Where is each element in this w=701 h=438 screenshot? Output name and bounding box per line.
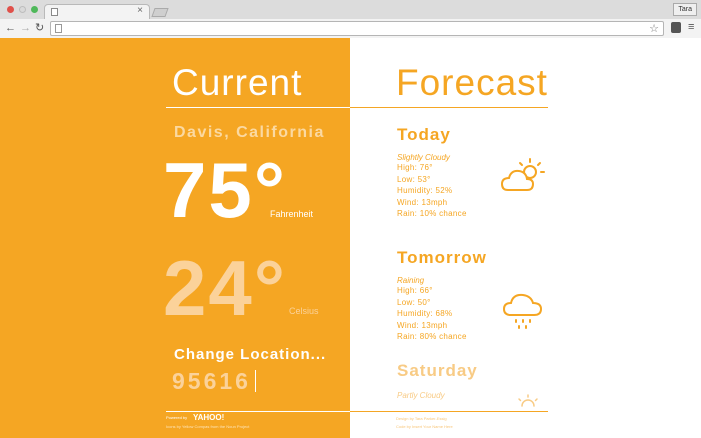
temperature-celsius: 24° (163, 244, 287, 332)
footer-divider (166, 411, 350, 412)
extension-icon[interactable] (671, 22, 681, 33)
current-heading: Current (172, 62, 303, 103)
tab-close-icon[interactable]: × (137, 5, 143, 16)
divider (350, 107, 548, 108)
browser-chrome: × Tara ← → ↻ ☆ ≡ (0, 0, 701, 38)
zip-code-input[interactable] (172, 367, 312, 395)
sun-icon (518, 394, 538, 407)
current-panel: Current Davis, California 75° Fahrenheit… (0, 38, 350, 438)
profile-button[interactable]: Tara (673, 3, 697, 16)
page-icon (55, 24, 62, 33)
new-tab-button[interactable] (151, 8, 169, 17)
rain-chance: Rain: 80% chance (397, 332, 467, 341)
design-credit: Design by Tara Parker-Essig (396, 416, 447, 421)
back-arrow-icon[interactable]: ← (5, 21, 16, 35)
footer-divider (350, 411, 548, 412)
condition: Raining (397, 276, 425, 285)
forecast-heading: Forecast (396, 62, 548, 103)
window-maximize-button[interactable] (31, 6, 38, 13)
change-location-label: Change Location... (174, 346, 327, 363)
low-temp: Low: 53° (397, 174, 431, 184)
rain-cloud-icon (502, 293, 543, 329)
location-name: Davis, California (174, 124, 325, 141)
forward-arrow-icon[interactable]: → (20, 21, 31, 35)
tab-bar: × Tara (0, 0, 701, 19)
low-temp: Low: 50° (397, 297, 431, 307)
yahoo-logo[interactable]: YAHOO! (193, 413, 224, 422)
divider (166, 107, 350, 108)
bookmark-star-icon[interactable]: ☆ (649, 22, 659, 35)
forecast-day-saturday: Saturday Partly Cloudy (397, 361, 478, 400)
forecast-day-tomorrow: Tomorrow Raining High: 66° Low: 50° Humi… (397, 248, 487, 343)
weather-page: Current Davis, California 75° Fahrenheit… (0, 38, 701, 438)
condition: Slightly Cloudy (397, 153, 450, 162)
day-name: Tomorrow (397, 248, 487, 267)
reload-icon[interactable]: ↻ (35, 21, 44, 35)
condition: Partly Cloudy (397, 391, 445, 400)
browser-toolbar: ← → ↻ ☆ ≡ (0, 19, 701, 38)
icons-credit: Icons by Yellow Compas from the Noun Pro… (166, 424, 250, 429)
address-bar[interactable]: ☆ (50, 21, 664, 36)
menu-icon[interactable]: ≡ (688, 21, 694, 33)
celsius-label: Celsius (289, 306, 319, 316)
browser-tab[interactable]: × (44, 4, 150, 19)
temperature-fahrenheit: 75° (163, 146, 287, 234)
high-temp: High: 76° (397, 163, 433, 172)
window-close-button[interactable] (7, 6, 14, 13)
high-temp: High: 66° (397, 286, 433, 295)
rain-chance: Rain: 10% chance (397, 209, 467, 218)
humidity: Humidity: 68% (397, 309, 453, 318)
code-credit: Code by Insert Your Name Here (396, 424, 453, 429)
page-icon (51, 8, 58, 16)
humidity: Humidity: 52% (397, 186, 453, 195)
powered-by-label: Powered by (166, 415, 188, 420)
forecast-day-today: Today Slightly Cloudy High: 76° Low: 53°… (397, 125, 467, 220)
partly-cloudy-icon (500, 158, 545, 191)
text-cursor (255, 370, 256, 392)
forecast-panel: Forecast Today Slightly Cloudy High: 76°… (350, 38, 701, 438)
wind: Wind: 13mph (397, 197, 448, 207)
day-name: Today (397, 125, 451, 144)
day-name: Saturday (397, 361, 478, 380)
wind: Wind: 13mph (397, 320, 448, 330)
fahrenheit-label: Fahrenheit (270, 209, 314, 219)
window-minimize-button[interactable] (19, 6, 26, 13)
